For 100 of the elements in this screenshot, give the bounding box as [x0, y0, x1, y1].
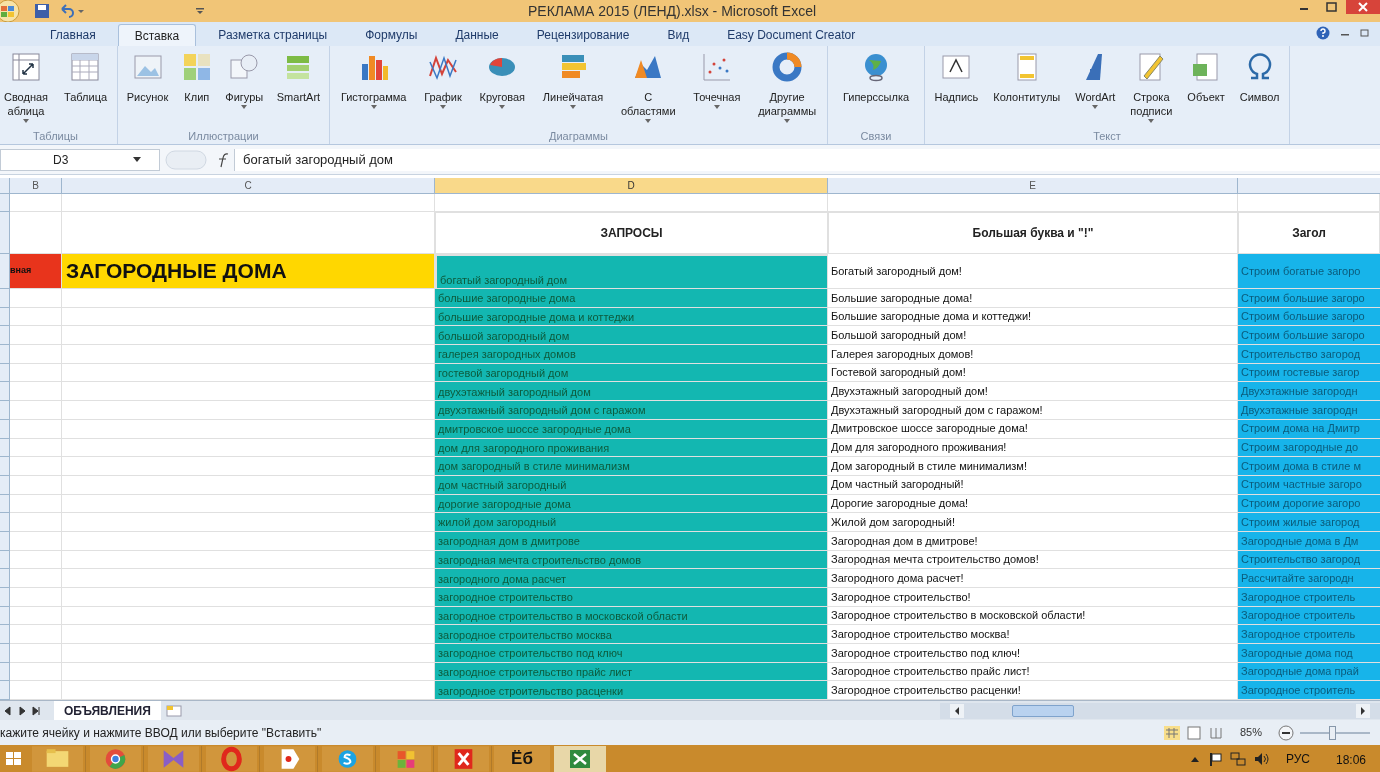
- sheet-tab[interactable]: ОБЪЯВЛЕНИЯ: [54, 700, 161, 721]
- help-icon[interactable]: [1316, 26, 1330, 40]
- scroll-left-icon: [950, 703, 964, 718]
- page-layout-icon[interactable]: [1185, 725, 1202, 740]
- ribbon-button[interactable]: Гистограмма: [339, 52, 408, 109]
- table-cell: Двухэтажный загородный дом с гаражом!: [828, 401, 1238, 420]
- ribbon-button[interactable]: Другие диаграммы: [757, 52, 818, 123]
- ribbon-button[interactable]: Рисунок: [125, 52, 170, 104]
- group-label: Таблицы: [32, 129, 79, 144]
- column-header[interactable]: E: [828, 178, 1238, 193]
- scroll-thumb[interactable]: [1012, 704, 1074, 717]
- column-header[interactable]: B: [10, 178, 62, 193]
- ribbon-button[interactable]: Фигуры: [224, 52, 265, 109]
- circle-icon[interactable]: [320, 745, 376, 772]
- row-header[interactable]: [0, 289, 10, 308]
- restore-window-icon[interactable]: [1360, 28, 1370, 38]
- row-header[interactable]: [0, 345, 10, 364]
- ribbon-tab[interactable]: Вид: [651, 24, 706, 46]
- ribbon-button[interactable]: Сводная аблица: [2, 52, 50, 123]
- undo-icon[interactable]: [58, 3, 74, 19]
- row-header[interactable]: [0, 494, 10, 514]
- table-cell: Дмитровское шоссе загородные дома!: [828, 419, 1238, 439]
- ribbon-tab[interactable]: Рецензирование: [520, 24, 646, 46]
- ribbon-button[interactable]: Таблица: [62, 52, 109, 104]
- row-header[interactable]: [0, 254, 10, 289]
- ribbon-button[interactable]: Линейчатая: [541, 52, 605, 109]
- picture-icon: [132, 52, 163, 82]
- input-language[interactable]: РУС: [1285, 749, 1310, 768]
- text-box-icon: [941, 52, 972, 82]
- ribbon-button[interactable]: Круговая: [478, 52, 527, 109]
- normal-view-icon[interactable]: [1163, 725, 1180, 740]
- tag-icon[interactable]: [262, 745, 318, 772]
- table-cell: Рассчитайте загородн: [1238, 569, 1380, 588]
- ribbon-button[interactable]: График: [423, 52, 463, 109]
- zoom-slider-thumb[interactable]: [1328, 725, 1336, 740]
- ribbon-button[interactable]: Символ: [1238, 52, 1281, 104]
- row-header[interactable]: [0, 382, 10, 402]
- ribbon-tab[interactable]: Вставка: [117, 24, 197, 46]
- row-header[interactable]: [0, 681, 10, 700]
- speaker-icon[interactable]: [1253, 751, 1270, 766]
- ring-icon[interactable]: [204, 745, 260, 772]
- spreadsheet-app-icon[interactable]: [552, 745, 608, 772]
- ring-icon[interactable]: [88, 745, 144, 772]
- page-break-icon[interactable]: [1207, 725, 1224, 740]
- ribbon-tab[interactable]: Разметка страницы: [202, 24, 344, 46]
- row-header[interactable]: [0, 513, 10, 532]
- ribbon-button[interactable]: Гиперссылка: [841, 52, 911, 104]
- row-header[interactable]: [0, 588, 10, 607]
- clock[interactable]: 18:06: [1335, 750, 1366, 769]
- save-icon[interactable]: [34, 3, 50, 19]
- row-header[interactable]: [0, 363, 10, 383]
- tiles-icon[interactable]: [378, 745, 434, 772]
- table-cell: Гостевой загородный дом!: [828, 363, 1238, 383]
- cross-icon[interactable]: [436, 745, 492, 772]
- ribbon-button[interactable]: WordArt: [1074, 52, 1117, 109]
- row-header[interactable]: [0, 475, 10, 495]
- table-cell: Загородная мечта строительство домов!: [828, 550, 1238, 570]
- row-header[interactable]: [0, 194, 10, 212]
- table-cell: Богатый загородный дом!: [828, 254, 1238, 289]
- ribbon-button[interactable]: Строка подписи: [1129, 52, 1174, 123]
- ribbon-button[interactable]: Колонтитулы: [992, 52, 1062, 104]
- taskbar-app[interactable]: Ёб: [494, 745, 550, 772]
- row-header[interactable]: [0, 212, 10, 254]
- ribbon-shape-icon[interactable]: [146, 745, 202, 772]
- clip-art-icon: [181, 52, 212, 82]
- ribbon-button[interactable]: Надпись: [933, 52, 980, 104]
- name-box[interactable]: D3: [0, 148, 160, 171]
- row-header[interactable]: [0, 606, 10, 626]
- row-header[interactable]: [0, 457, 10, 476]
- row-header[interactable]: [0, 644, 10, 663]
- ribbon-tab[interactable]: Главная: [34, 24, 112, 46]
- close-icon[interactable]: [1346, 0, 1380, 14]
- ribbon-button[interactable]: Клип: [180, 52, 213, 104]
- horizontal-scrollbar[interactable]: [940, 702, 1380, 719]
- column-header[interactable]: D: [435, 178, 828, 193]
- flag-icon[interactable]: [1207, 751, 1222, 766]
- zoom-out-icon[interactable]: [1278, 724, 1294, 741]
- row-header[interactable]: [0, 438, 10, 458]
- ribbon-button[interactable]: Точечная: [692, 52, 742, 109]
- zoom-slider[interactable]: [1300, 725, 1370, 740]
- network-icon[interactable]: [1229, 751, 1246, 766]
- row-header[interactable]: [0, 531, 10, 551]
- caret-icon[interactable]: [77, 7, 85, 15]
- formula-field[interactable]: богатый загородный дом: [234, 148, 1380, 171]
- row-header[interactable]: [0, 550, 10, 570]
- ribbon-button[interactable]: С областями: [619, 52, 677, 123]
- folder-icon[interactable]: [30, 745, 86, 772]
- row-header[interactable]: [0, 662, 10, 682]
- ribbon-tab[interactable]: Данные: [439, 24, 515, 46]
- ribbon-tab[interactable]: Формулы: [349, 24, 434, 46]
- row-header[interactable]: [0, 326, 10, 346]
- row-header[interactable]: [0, 569, 10, 588]
- row-header[interactable]: [0, 625, 10, 645]
- row-header[interactable]: [0, 307, 10, 327]
- ribbon-button[interactable]: SmartArt: [275, 52, 322, 104]
- customize-toolbar-icon[interactable]: [195, 6, 205, 16]
- ribbon-button[interactable]: Объект: [1186, 52, 1226, 104]
- row-header[interactable]: [0, 401, 10, 420]
- ribbon-tab[interactable]: Easy Document Creator: [711, 24, 872, 46]
- row-header[interactable]: [0, 419, 10, 439]
